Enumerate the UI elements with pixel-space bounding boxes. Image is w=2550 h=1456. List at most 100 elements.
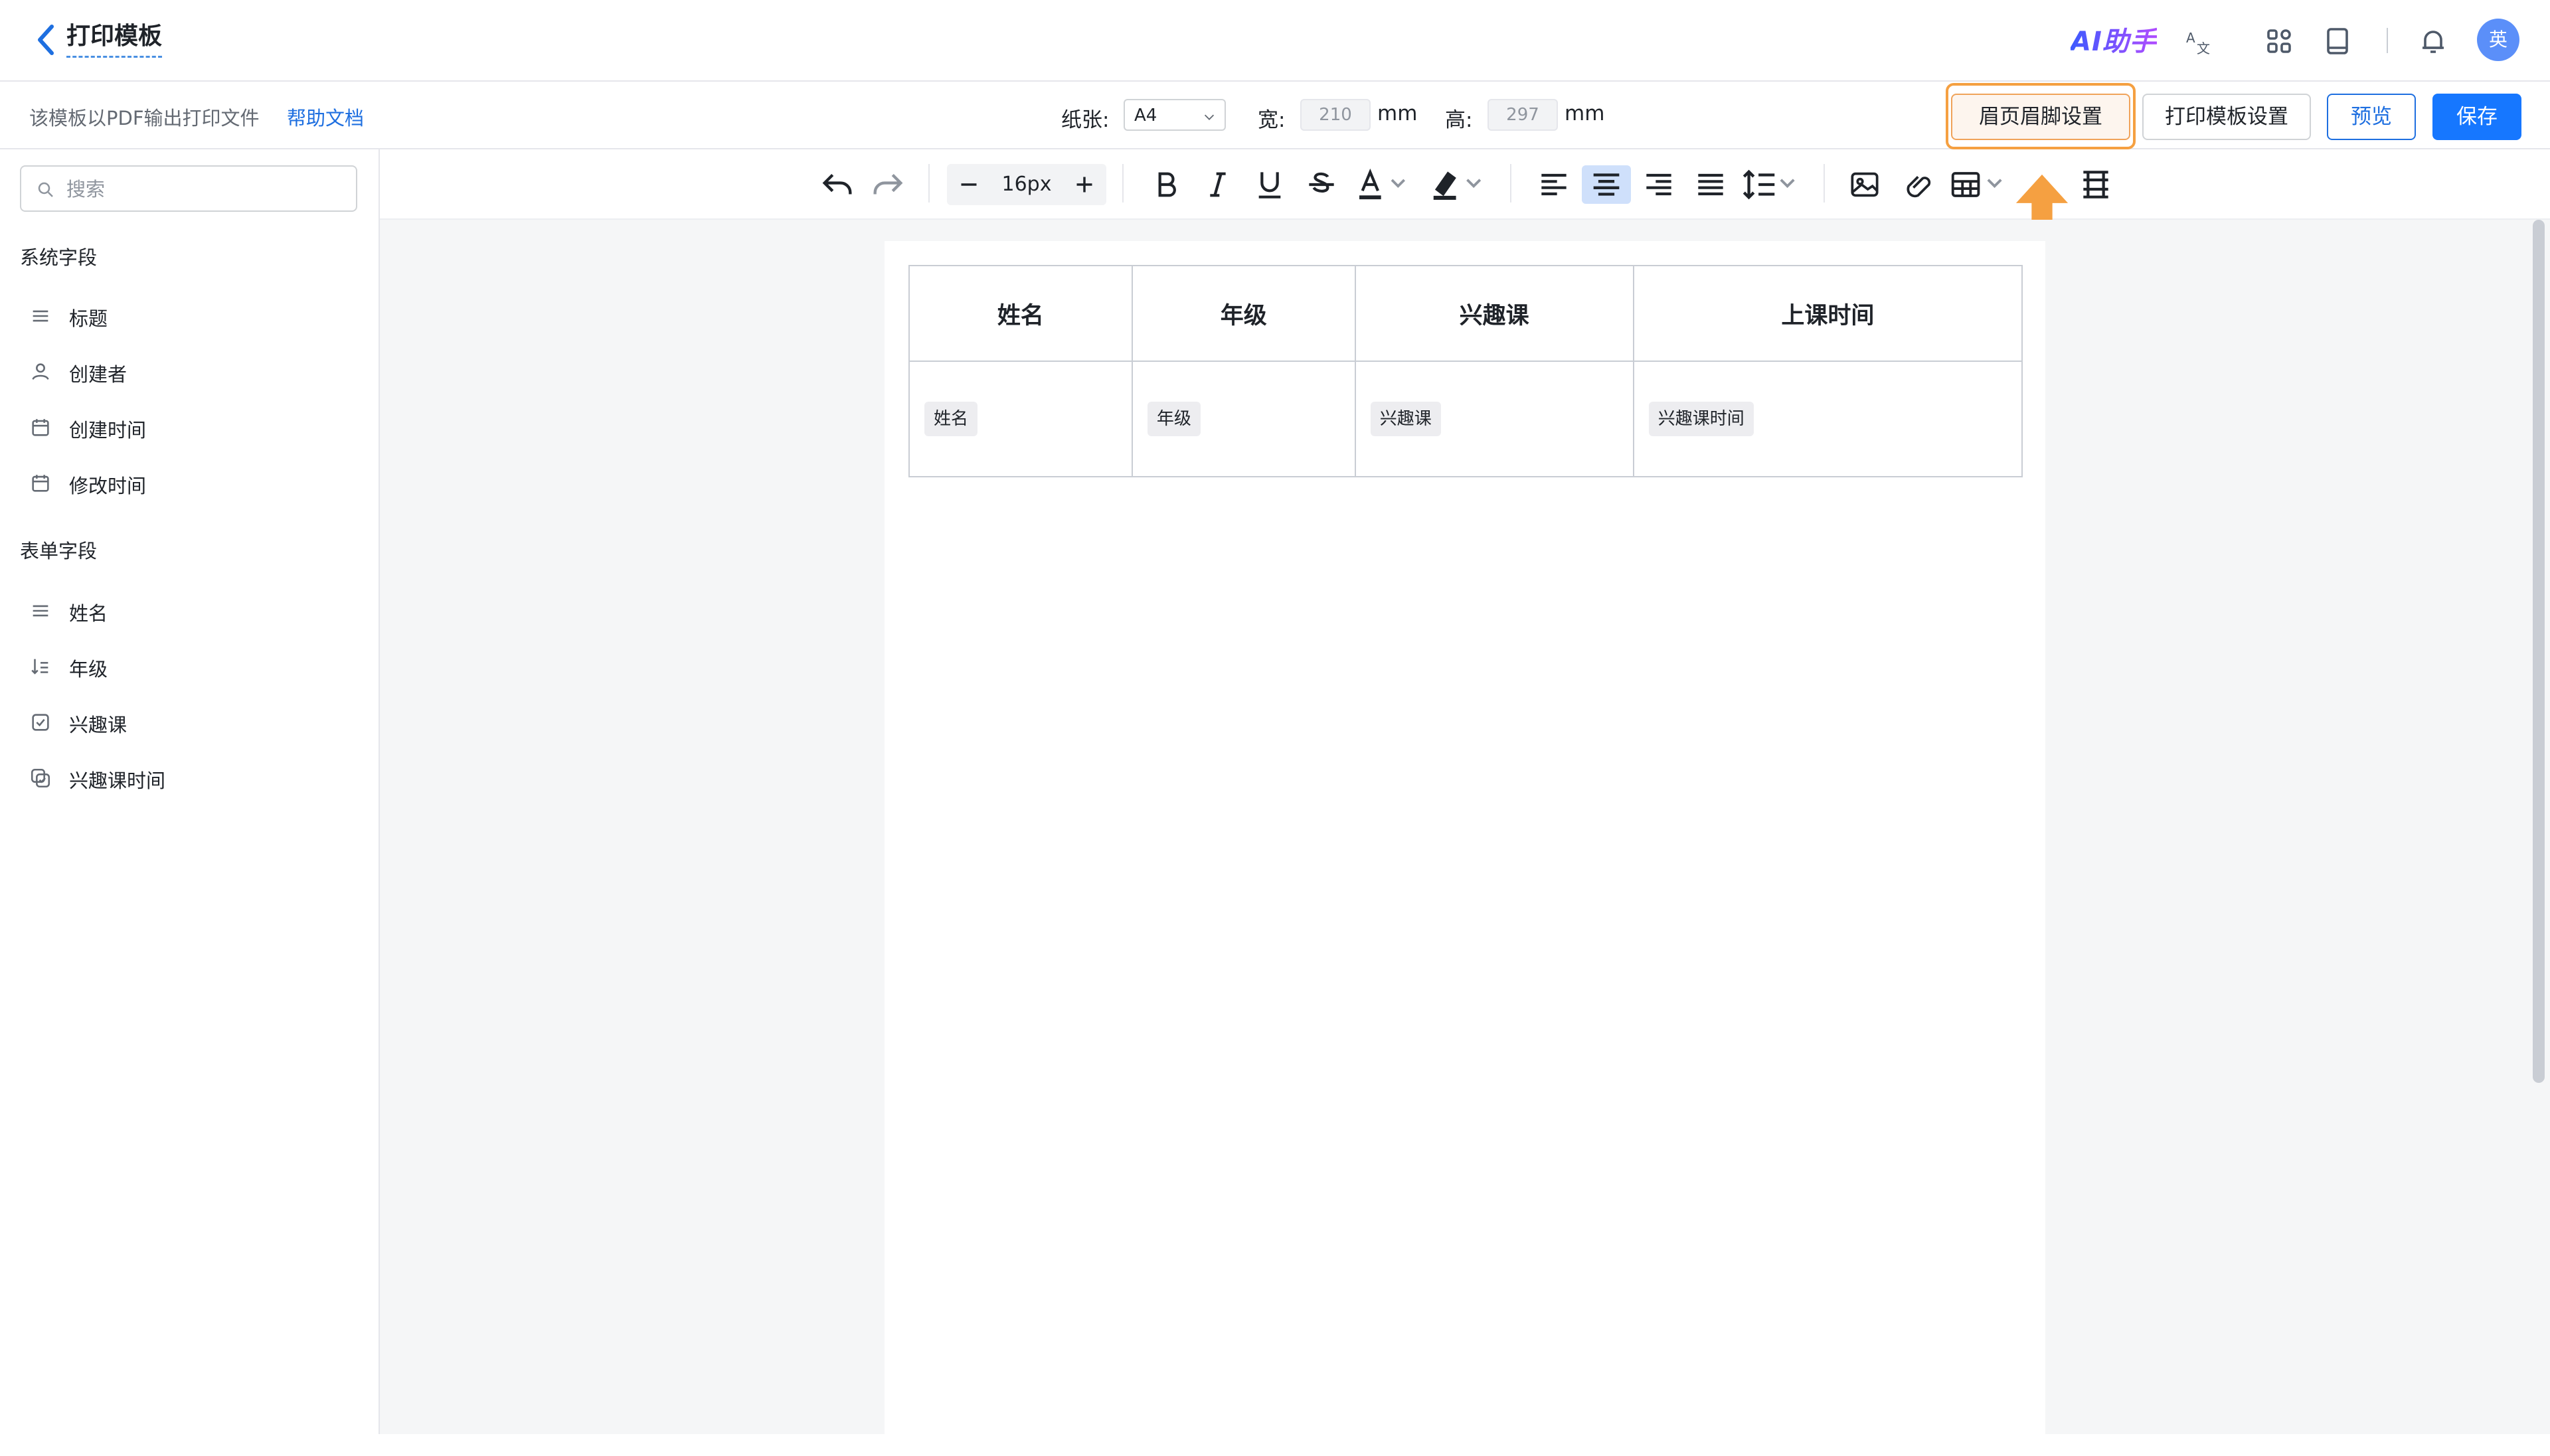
multi-select-icon xyxy=(31,768,50,788)
page-title[interactable]: 打印模板 xyxy=(66,21,163,58)
help-doc-link[interactable]: 帮助文档 xyxy=(287,103,364,131)
redo-icon[interactable] xyxy=(869,165,907,204)
field-chip[interactable]: 姓名 xyxy=(924,402,978,436)
field-label: 兴趣课 xyxy=(69,714,128,736)
avatar[interactable]: 英 xyxy=(2477,19,2519,61)
width-label: 宽: xyxy=(1258,108,1286,132)
height-input[interactable]: 297 xyxy=(1488,99,1558,131)
table-cell[interactable]: 姓名 xyxy=(908,361,1133,477)
template-table[interactable]: 姓名 年级 兴趣课 上课时间 姓名 年级 兴趣课 兴趣课时间 xyxy=(908,265,2023,477)
align-center-icon[interactable] xyxy=(1582,165,1631,204)
document-page[interactable]: 姓名 年级 兴趣课 上课时间 姓名 年级 兴趣课 兴趣课时间 xyxy=(885,241,2045,1456)
translate-icon[interactable]: A文 xyxy=(2182,25,2214,57)
editor-canvas: 姓名 年级 兴趣课 上课时间 姓名 年级 兴趣课 兴趣课时间 xyxy=(380,220,2550,1456)
width-input[interactable]: 210 xyxy=(1300,99,1371,131)
field-label: 兴趣课时间 xyxy=(69,769,166,792)
paper-label: 纸张: xyxy=(1061,108,1110,132)
field-item-interest-class[interactable]: 兴趣课 xyxy=(29,702,361,742)
link-icon[interactable] xyxy=(1898,165,1935,204)
justify-icon[interactable] xyxy=(1692,165,1729,204)
bell-icon[interactable] xyxy=(2417,25,2449,57)
strikethrough-icon[interactable] xyxy=(1303,165,1340,204)
italic-icon[interactable] xyxy=(1199,165,1236,204)
field-item-grade[interactable]: 年级 xyxy=(29,646,361,686)
field-sidebar: 系统字段 标题 创建者 创建时间 修改时间 表单字段 姓名 年级 兴趣课 兴趣课… xyxy=(0,149,380,1434)
text-lines-icon xyxy=(33,605,48,617)
field-chip[interactable]: 兴趣课 xyxy=(1370,402,1441,436)
font-color-icon[interactable] xyxy=(1355,165,1410,204)
table-cell[interactable]: 年级 xyxy=(1131,361,1356,477)
field-item-created-time[interactable]: 创建时间 xyxy=(29,407,361,447)
header-footer-icon[interactable] xyxy=(2077,165,2114,204)
divider xyxy=(1510,164,1511,202)
divider xyxy=(1122,164,1124,202)
field-label: 创建时间 xyxy=(69,419,147,442)
field-chip[interactable]: 年级 xyxy=(1147,402,1201,436)
field-item-title[interactable]: 标题 xyxy=(29,295,361,335)
line-height-icon[interactable] xyxy=(1740,165,1800,204)
checkbox-icon xyxy=(32,714,49,731)
form-fields-title: 表单字段 xyxy=(20,540,98,562)
align-right-icon[interactable] xyxy=(1640,165,1677,204)
image-icon[interactable] xyxy=(1846,165,1883,204)
sort-icon xyxy=(31,659,48,675)
apps-grid-icon[interactable] xyxy=(2263,25,2295,57)
vertical-scrollbar[interactable] xyxy=(2533,220,2545,1083)
table-header-row: 姓名 年级 兴趣课 上课时间 xyxy=(908,265,2023,362)
field-item-interest-class-time[interactable]: 兴趣课时间 xyxy=(29,758,361,797)
width-unit: mm xyxy=(1377,102,1418,125)
calendar-icon xyxy=(32,475,49,492)
height-unit: mm xyxy=(1565,102,1605,125)
system-fields-title: 系统字段 xyxy=(20,246,98,269)
chevron-down-icon xyxy=(1204,114,1215,120)
template-settings-button[interactable]: 打印模板设置 xyxy=(2142,94,2311,140)
user-icon xyxy=(32,363,49,380)
highlight-color-icon[interactable] xyxy=(1428,165,1488,204)
book-icon[interactable] xyxy=(2322,25,2353,57)
paper-size-value: A4 xyxy=(1134,106,1157,125)
field-chip[interactable]: 兴趣课时间 xyxy=(1648,402,1754,436)
height-label: 高: xyxy=(1445,108,1473,132)
field-item-modified-time[interactable]: 修改时间 xyxy=(29,463,361,503)
calendar-icon xyxy=(32,419,49,436)
field-label: 标题 xyxy=(69,307,108,330)
search-icon xyxy=(38,182,53,197)
table-cell[interactable]: 兴趣课时间 xyxy=(1632,361,2023,477)
ai-assistant-button[interactable]: AI助手 xyxy=(2071,20,2157,58)
decrease-font-icon[interactable] xyxy=(954,169,984,200)
editor-toolbar: 16px xyxy=(380,149,2550,220)
divider xyxy=(1824,164,1825,202)
table-header-cell[interactable]: 上课时间 xyxy=(1632,265,2023,362)
field-item-creator[interactable]: 创建者 xyxy=(29,351,361,391)
back-arrow-icon[interactable] xyxy=(33,23,60,57)
search-input[interactable] xyxy=(65,175,347,204)
table-row: 姓名 年级 兴趣课 兴趣课时间 xyxy=(908,361,2023,477)
field-label: 创建者 xyxy=(69,363,128,386)
underline-icon[interactable] xyxy=(1251,165,1288,204)
field-label: 修改时间 xyxy=(69,475,147,497)
table-cell[interactable]: 兴趣课 xyxy=(1354,361,1634,477)
template-description: 该模板以PDF输出打印文件 xyxy=(29,107,260,129)
text-lines-icon xyxy=(33,310,48,322)
increase-font-icon[interactable] xyxy=(1069,169,1100,200)
search-box[interactable] xyxy=(20,165,357,212)
field-label: 姓名 xyxy=(69,602,108,625)
paper-size-select[interactable]: A4 xyxy=(1124,99,1226,131)
divider xyxy=(928,164,930,202)
field-item-name[interactable]: 姓名 xyxy=(29,590,361,630)
table-header-cell[interactable]: 姓名 xyxy=(908,265,1133,362)
table-icon[interactable] xyxy=(1947,165,2007,204)
table-header-cell[interactable]: 年级 xyxy=(1131,265,1356,362)
save-button[interactable]: 保存 xyxy=(2432,94,2521,140)
svg-text:A: A xyxy=(2186,30,2195,46)
preview-button[interactable]: 预览 xyxy=(2327,94,2416,140)
font-size-value[interactable]: 16px xyxy=(987,173,1066,196)
undo-icon[interactable] xyxy=(818,165,857,204)
highlight-ring xyxy=(1946,83,2136,149)
divider xyxy=(2387,28,2388,53)
table-header-cell[interactable]: 兴趣课 xyxy=(1354,265,1634,362)
template-settings-bar: 该模板以PDF输出打印文件 帮助文档 纸张: A4 宽: 210 mm 高: 2… xyxy=(0,82,2550,149)
field-label: 年级 xyxy=(69,658,108,681)
bold-icon[interactable] xyxy=(1148,165,1185,204)
align-left-icon[interactable] xyxy=(1535,165,1572,204)
